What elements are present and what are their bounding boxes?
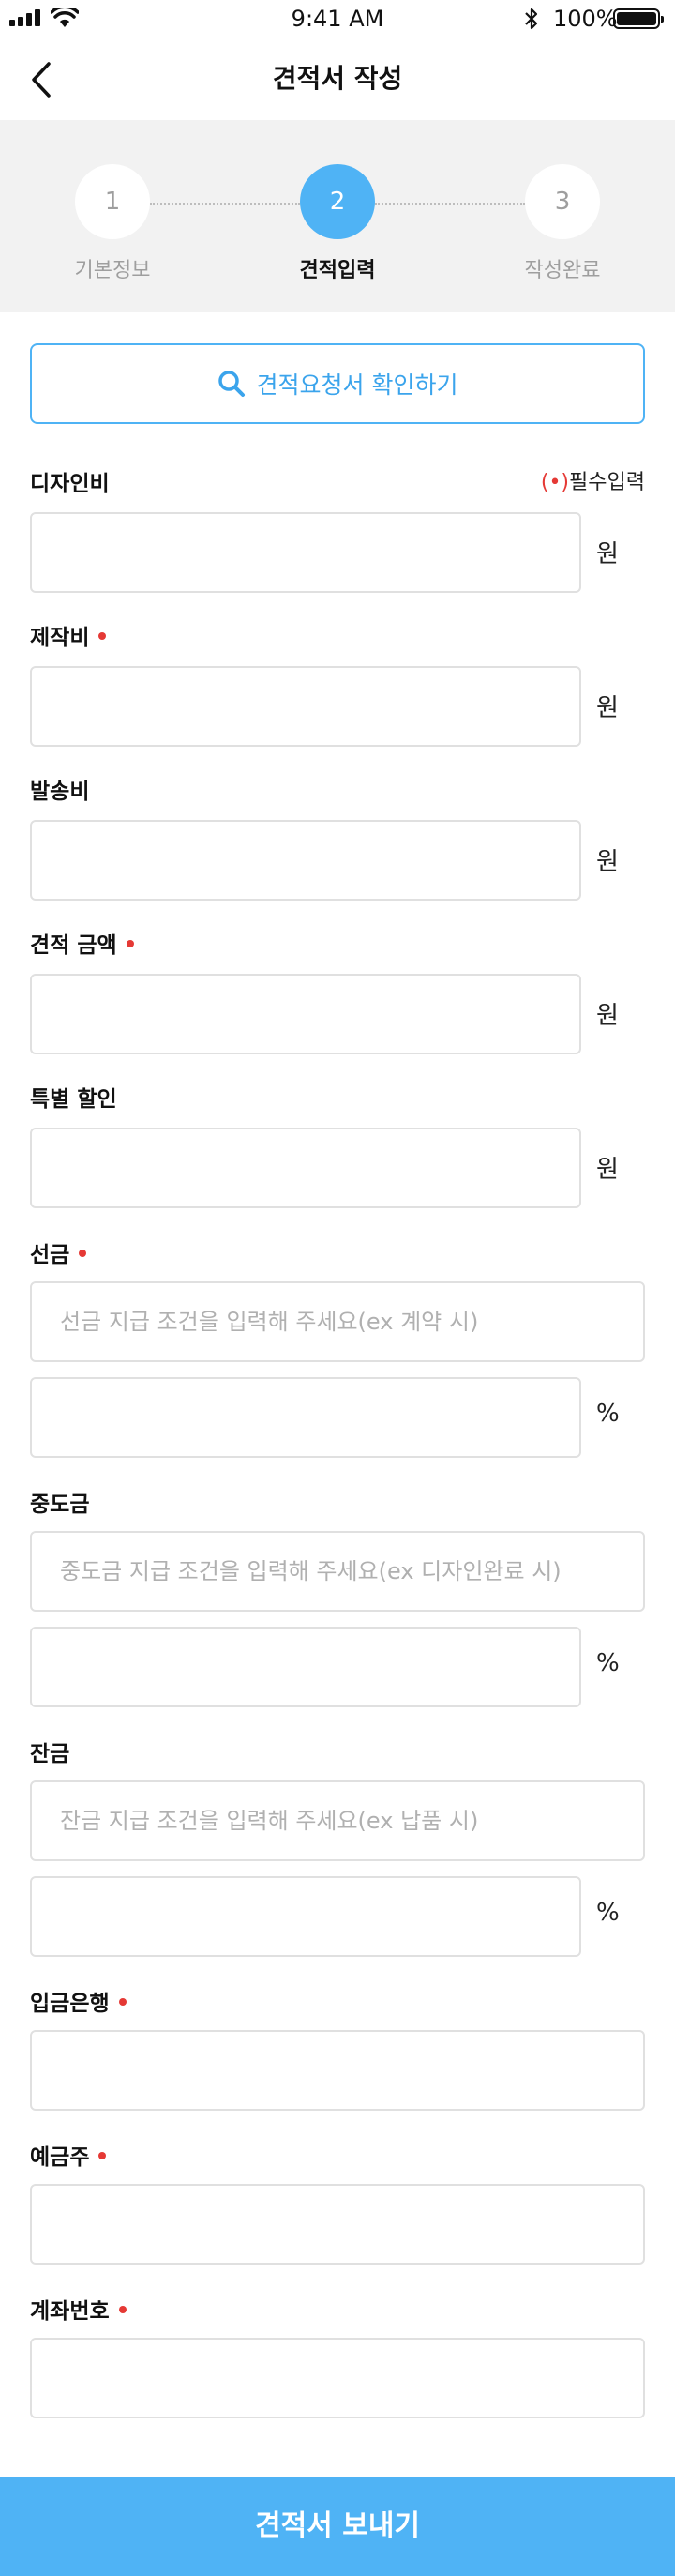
- send-quote-button[interactable]: 견적서 보내기: [0, 2477, 675, 2576]
- special-discount-input[interactable]: [30, 1128, 581, 1208]
- shipping-fee-label: 발송비: [30, 780, 90, 804]
- account-holder-label: 예금주: [30, 2139, 107, 2171]
- quote-amount-input[interactable]: [30, 974, 581, 1054]
- advance-percent-input[interactable]: [30, 1377, 581, 1458]
- shipping-fee-unit: 원: [596, 848, 619, 876]
- balance-terms-placeholder: 잔금 지급 조건을 입력해 주세요(ex 납품 시): [60, 1808, 479, 1834]
- required-dot: [118, 2305, 127, 2313]
- required-mark: (•): [540, 471, 570, 494]
- bank-input[interactable]: [30, 2030, 645, 2111]
- account-number-input[interactable]: [30, 2338, 645, 2418]
- advance-unit: %: [596, 1400, 620, 1428]
- production-fee-label: 제작비: [30, 619, 107, 651]
- interim-unit: %: [596, 1649, 620, 1677]
- required-dot: [118, 1997, 127, 2006]
- progress-stepper: 1 2 3 기본정보 견적입력 작성완료: [0, 120, 675, 312]
- bank-label: 입금은행: [30, 1985, 127, 2017]
- balance-percent-input[interactable]: [30, 1876, 581, 1957]
- advance-terms-input[interactable]: 선금 지급 조건을 입력해 주세요(ex 계약 시): [30, 1281, 645, 1362]
- step-connector: [150, 203, 300, 205]
- required-dot: [98, 2151, 107, 2159]
- quote-amount-label: 견적 금액: [30, 927, 134, 959]
- quote-amount-unit: 원: [596, 1002, 619, 1030]
- view-quote-request-button[interactable]: 견적요청서 확인하기: [30, 343, 645, 424]
- step-3-circle: 3: [525, 164, 600, 239]
- interim-percent-input[interactable]: [30, 1627, 581, 1707]
- required-dot: [79, 1249, 87, 1257]
- battery-icon: [613, 8, 664, 29]
- shipping-fee-input[interactable]: [30, 820, 581, 901]
- status-bar: 9:41 AM 100%: [0, 0, 675, 38]
- step-2-label: 견적입력: [299, 259, 376, 282]
- step-1-circle: 1: [75, 164, 150, 239]
- interim-terms-placeholder: 중도금 지급 조건을 입력해 주세요(ex 디자인완료 시): [60, 1558, 562, 1584]
- balance-unit: %: [596, 1899, 620, 1927]
- view-quote-request-label: 견적요청서 확인하기: [256, 371, 458, 399]
- design-fee-label: 디자인비: [30, 472, 110, 496]
- advance-label: 선금: [30, 1236, 87, 1268]
- interim-terms-input[interactable]: 중도금 지급 조건을 입력해 주세요(ex 디자인완료 시): [30, 1531, 645, 1612]
- bluetooth-icon: [525, 8, 538, 30]
- design-fee-unit: 원: [596, 540, 619, 568]
- account-number-label: 계좌번호: [30, 2293, 127, 2325]
- advance-terms-placeholder: 선금 지급 조건을 입력해 주세요(ex 계약 시): [60, 1309, 479, 1335]
- step-2-circle: 2: [300, 164, 375, 239]
- interim-label: 중도금: [30, 1493, 90, 1517]
- special-discount-unit: 원: [596, 1156, 619, 1184]
- account-holder-input[interactable]: [30, 2184, 645, 2265]
- required-note-text: 필수입력: [569, 471, 645, 494]
- battery-percent: 100%: [553, 6, 618, 32]
- step-1-label: 기본정보: [74, 259, 151, 282]
- design-fee-input[interactable]: [30, 512, 581, 593]
- balance-terms-input[interactable]: 잔금 지급 조건을 입력해 주세요(ex 납품 시): [30, 1780, 645, 1861]
- required-dot: [98, 631, 107, 640]
- nav-bar: 견적서 작성: [0, 38, 675, 120]
- production-fee-input[interactable]: [30, 666, 581, 747]
- special-discount-label: 특별 할인: [30, 1087, 117, 1112]
- search-icon: [218, 371, 245, 397]
- balance-label: 잔금: [30, 1742, 70, 1766]
- step-3-label: 작성완료: [524, 259, 601, 282]
- production-fee-unit: 원: [596, 694, 619, 722]
- page-title: 견적서 작성: [272, 63, 403, 94]
- required-dot: [126, 939, 134, 947]
- required-note: (•)필수입력: [541, 465, 645, 495]
- step-connector: [375, 203, 525, 205]
